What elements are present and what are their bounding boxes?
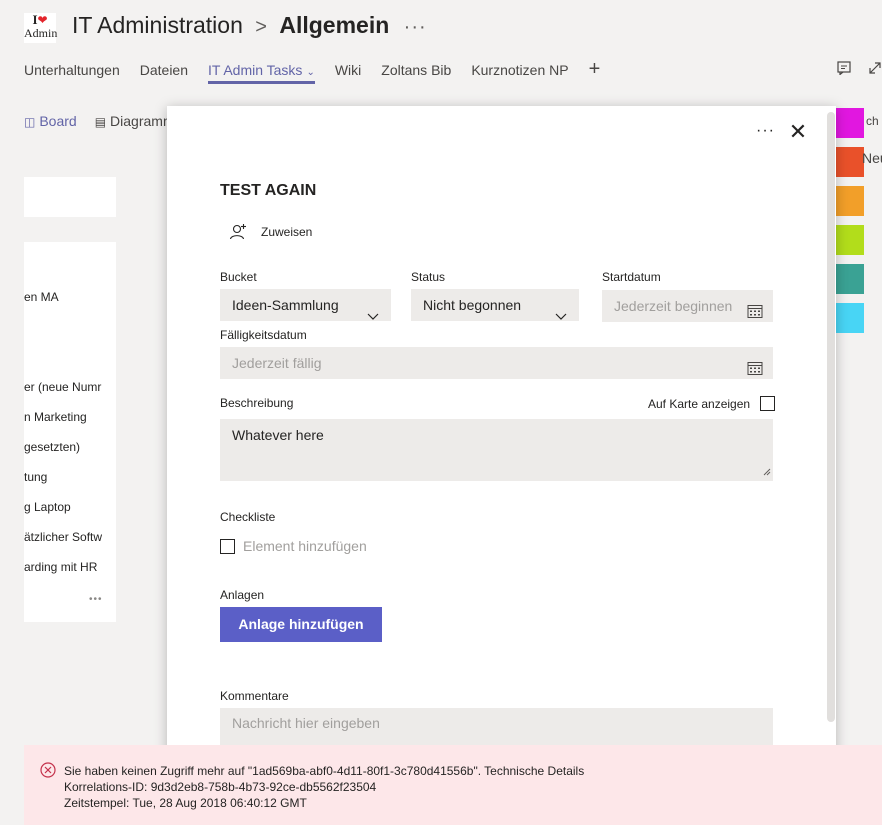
- team-name[interactable]: IT Administration: [72, 12, 243, 38]
- assign-button[interactable]: Zuweisen: [229, 223, 312, 241]
- planner-view-tabs: ◫ Board ▤ Diagramm: [24, 113, 175, 129]
- assign-label: Zuweisen: [261, 225, 313, 239]
- bucket-value: Ideen-Sammlung: [232, 297, 339, 313]
- team-logo[interactable]: I❤ Admin: [24, 13, 58, 43]
- comment-input[interactable]: Nachricht hier eingeben: [220, 708, 773, 748]
- close-icon[interactable]: ✕: [788, 121, 808, 143]
- description-textarea[interactable]: Whatever here: [220, 419, 773, 481]
- show-on-card-checkbox[interactable]: [760, 396, 776, 411]
- attachments-label: Anlagen: [220, 588, 265, 602]
- error-message: Sie haben keinen Zugriff mehr auf "1ad56…: [64, 763, 584, 811]
- tab-zoltans-bib[interactable]: Zoltans Bib: [381, 62, 451, 84]
- error-circle-icon: [40, 762, 56, 781]
- start-date-placeholder: Jederzeit beginnen: [614, 298, 733, 314]
- chevron-down-icon: [555, 300, 567, 332]
- label-swatch-6[interactable]: [836, 303, 864, 333]
- breadcrumb-separator: >: [255, 16, 267, 38]
- checklist-label: Checkliste: [220, 510, 276, 524]
- breadcrumb: IT Administration > Allgemein ···: [72, 12, 427, 39]
- error-text[interactable]: Sie haben keinen Zugriff mehr auf "1ad56…: [64, 763, 584, 779]
- label-swatch-1[interactable]: [836, 108, 864, 138]
- chevron-down-icon[interactable]: ⌄: [306, 67, 314, 78]
- tab-label: IT Admin Tasks: [208, 62, 303, 78]
- tab-label: Dateien: [139, 62, 189, 78]
- comment-placeholder: Nachricht hier eingeben: [232, 715, 380, 731]
- label-swatch-5[interactable]: [836, 264, 864, 294]
- due-date-input[interactable]: Jederzeit fällig: [220, 347, 773, 379]
- list-item[interactable]: ätzlicher Softw: [24, 530, 102, 544]
- checklist-placeholder[interactable]: Element hinzufügen: [243, 538, 367, 554]
- channel-tabs: Unterhaltungen Dateien IT Admin Tasks ⌄ W…: [24, 59, 601, 84]
- error-banner: Sie haben keinen Zugriff mehr auf "1ad56…: [24, 745, 882, 825]
- task-detail-dialog: ··· ✕ TEST AGAIN Zuweisen Bucket Ideen-S…: [167, 106, 836, 825]
- status-value: Nicht begonnen: [423, 297, 522, 313]
- start-date-label: Startdatum: [602, 270, 661, 284]
- description-value: Whatever here: [232, 427, 324, 443]
- label-swatch-3[interactable]: [836, 186, 864, 216]
- error-timestamp: Zeitstempel: Tue, 28 Aug 2018 06:40:12 G…: [64, 796, 307, 810]
- tab-it-admin-tasks[interactable]: IT Admin Tasks ⌄: [208, 62, 315, 84]
- comments-label: Kommentare: [220, 689, 289, 703]
- view-tab-label: Diagramm: [110, 113, 175, 129]
- channel-more-icon[interactable]: ···: [404, 16, 427, 38]
- tab-dateien[interactable]: Dateien: [140, 62, 188, 84]
- view-tab-board[interactable]: ◫ Board: [24, 113, 77, 129]
- swatch-label: Neu: [862, 150, 882, 166]
- bucket-label: Bucket: [220, 270, 257, 284]
- bucket-select[interactable]: Ideen-Sammlung: [220, 289, 391, 321]
- checklist-add-item[interactable]: Element hinzufügen: [220, 538, 367, 554]
- tab-label: Kurznotizen NP: [471, 62, 569, 78]
- list-item[interactable]: g Laptop: [24, 500, 71, 514]
- list-item[interactable]: n Marketing: [24, 410, 87, 424]
- list-item[interactable]: gesetzten): [24, 440, 80, 454]
- view-tab-label: Board: [39, 113, 77, 129]
- tab-wiki[interactable]: Wiki: [335, 62, 361, 84]
- tab-unterhaltungen[interactable]: Unterhaltungen: [24, 62, 120, 84]
- add-task-input[interactable]: [24, 177, 116, 217]
- chevron-down-icon: [367, 300, 379, 332]
- tab-label: Zoltans Bib: [381, 62, 452, 78]
- checklist-checkbox[interactable]: [220, 538, 235, 554]
- tab-label: Unterhaltungen: [24, 62, 120, 78]
- channel-name: Allgemein: [279, 12, 390, 38]
- scrollbar[interactable]: [827, 112, 835, 722]
- list-item[interactable]: en MA: [24, 290, 59, 304]
- status-label: Status: [411, 270, 446, 284]
- start-date-input[interactable]: Jederzeit beginnen: [602, 290, 773, 322]
- add-tab-icon[interactable]: +: [589, 59, 601, 84]
- board-icon: ◫: [24, 115, 36, 129]
- list-item[interactable]: tung: [24, 470, 47, 484]
- description-label: Beschreibung: [220, 396, 294, 410]
- tab-label: Wiki: [334, 62, 362, 78]
- correlation-id: Korrelations-ID: 9d3d2eb8-758b-4b73-92ce…: [64, 780, 377, 794]
- show-on-card-toggle[interactable]: Auf Karte anzeigen: [648, 396, 776, 411]
- app-header: I❤ Admin IT Administration > Allgemein ·…: [0, 0, 882, 90]
- more-icon[interactable]: •••: [89, 594, 103, 605]
- dialog-more-icon[interactable]: ···: [756, 122, 775, 140]
- view-tab-chart[interactable]: ▤ Diagramm: [95, 113, 175, 129]
- logo-text-bottom: Admin: [24, 26, 58, 40]
- bucket-task-list: en MA er (neue Numr n Marketing gesetzte…: [24, 242, 116, 622]
- label-swatch-4[interactable]: [836, 225, 864, 255]
- add-attachment-button[interactable]: Anlage hinzufügen: [220, 607, 382, 642]
- chart-icon: ▤: [94, 115, 107, 129]
- show-on-card-label: Auf Karte anzeigen: [648, 396, 751, 411]
- tab-kurznotizen-np[interactable]: Kurznotizen NP: [471, 62, 568, 84]
- label-swatch-2[interactable]: [836, 147, 864, 177]
- status-select[interactable]: Nicht begonnen: [411, 289, 579, 321]
- swatch-label: ch: [866, 114, 879, 128]
- task-title[interactable]: TEST AGAIN: [220, 182, 316, 200]
- due-date-placeholder: Jederzeit fällig: [232, 355, 322, 371]
- expand-icon[interactable]: [868, 61, 882, 78]
- conversation-icon[interactable]: [837, 61, 851, 78]
- list-item[interactable]: er (neue Numr: [24, 380, 101, 394]
- due-date-label: Fälligkeitsdatum: [220, 328, 307, 342]
- calendar-icon[interactable]: [747, 298, 763, 330]
- calendar-icon[interactable]: [747, 355, 763, 387]
- resize-handle-icon[interactable]: [763, 463, 771, 479]
- list-item[interactable]: arding mit HR: [24, 560, 97, 574]
- add-person-icon: [229, 223, 247, 241]
- heart-icon: ❤: [37, 13, 48, 27]
